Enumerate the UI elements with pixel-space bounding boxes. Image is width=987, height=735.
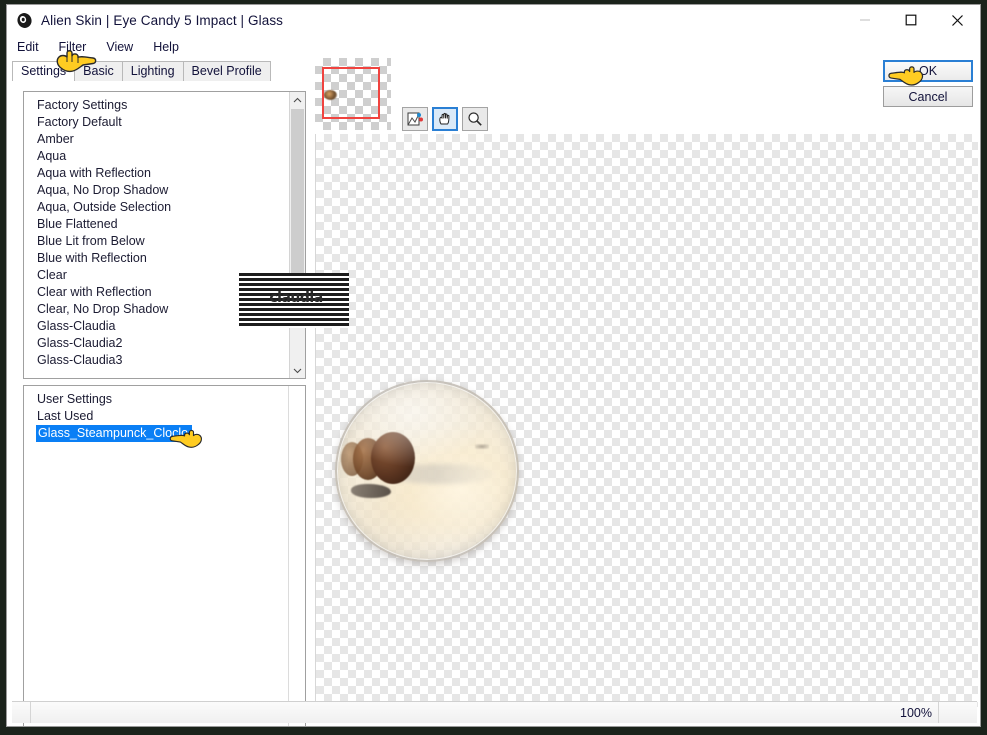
tab-strip: Settings Basic Lighting Bevel Profile xyxy=(12,61,312,81)
status-left-cell xyxy=(12,702,31,723)
list-item[interactable]: Last Used xyxy=(36,408,305,425)
tab-settings[interactable]: Settings xyxy=(12,61,76,81)
menu-bar: Edit Filter View Help xyxy=(7,36,980,58)
list-item[interactable]: Amber xyxy=(36,131,288,148)
preview-canvas[interactable] xyxy=(315,134,978,707)
list-item[interactable]: Blue with Reflection xyxy=(36,250,288,267)
watermark-overlay: claudia xyxy=(239,273,349,328)
watermark-text: claudia xyxy=(269,290,323,306)
tab-bevel-profile[interactable]: Bevel Profile xyxy=(182,61,271,81)
factory-list-scrollbar[interactable] xyxy=(289,92,305,378)
user-settings-header: User Settings xyxy=(37,392,113,406)
status-right-cell xyxy=(938,702,977,723)
window-title: Alien Skin | Eye Candy 5 Impact | Glass xyxy=(41,12,284,28)
user-settings-list[interactable]: User Settings Last Used Glass_Steampunck… xyxy=(23,385,306,726)
list-item-selected[interactable]: Glass_Steampunck_Cloclo xyxy=(36,425,193,442)
tab-lighting[interactable]: Lighting xyxy=(121,61,184,81)
preview-area: Preview Background: None xyxy=(314,58,978,711)
menu-item-view[interactable]: View xyxy=(106,40,133,54)
list-item[interactable]: Aqua with Reflection xyxy=(36,165,288,182)
close-icon[interactable] xyxy=(934,5,980,35)
zoom-tool-icon[interactable] xyxy=(462,107,488,131)
menu-item-edit[interactable]: Edit xyxy=(17,40,39,54)
panel-divider xyxy=(288,386,289,726)
list-item[interactable]: Aqua xyxy=(36,148,288,165)
menu-item-help[interactable]: Help xyxy=(153,40,179,54)
zoom-level: 100% xyxy=(900,705,932,720)
list-item[interactable]: Blue Lit from Below xyxy=(36,233,288,250)
list-item[interactable]: Factory Default xyxy=(36,114,288,131)
cancel-button[interactable]: Cancel xyxy=(883,86,973,107)
list-item[interactable]: Blue Flattened xyxy=(36,216,288,233)
scroll-down-icon[interactable] xyxy=(290,362,305,378)
scrollbar-thumb[interactable] xyxy=(291,109,304,294)
menu-item-filter[interactable]: Filter xyxy=(59,40,87,54)
title-bar: Alien Skin | Eye Candy 5 Impact | Glass xyxy=(7,5,980,35)
glass-rim xyxy=(335,380,519,562)
settings-panel: Factory Settings Factory Default Amber A… xyxy=(12,81,312,726)
window-controls xyxy=(842,5,980,35)
factory-settings-list[interactable]: Factory Settings Factory Default Amber A… xyxy=(23,91,306,379)
thumbnail-viewport-rect[interactable] xyxy=(322,67,380,119)
factory-settings-header: Factory Settings xyxy=(37,98,128,112)
hand-tool-icon[interactable] xyxy=(432,107,458,131)
minimize-icon[interactable] xyxy=(842,5,888,35)
application-window: Alien Skin | Eye Candy 5 Impact | Glass xyxy=(6,4,981,727)
list-item[interactable]: Aqua, No Drop Shadow xyxy=(36,182,288,199)
ok-button[interactable]: OK xyxy=(883,60,973,82)
status-bar: 100% xyxy=(12,701,977,723)
scroll-up-icon[interactable] xyxy=(290,92,305,108)
maximize-icon[interactable] xyxy=(888,5,934,35)
tab-basic[interactable]: Basic xyxy=(74,61,123,81)
navigator-thumbnail[interactable] xyxy=(315,58,391,130)
list-item[interactable]: Aqua, Outside Selection xyxy=(36,199,288,216)
list-item[interactable]: Glass-Claudia3 xyxy=(36,352,288,369)
list-item[interactable]: Glass-Claudia2 xyxy=(36,335,288,352)
alien-skin-icon xyxy=(15,11,33,29)
navigator-icon[interactable] xyxy=(402,107,428,131)
